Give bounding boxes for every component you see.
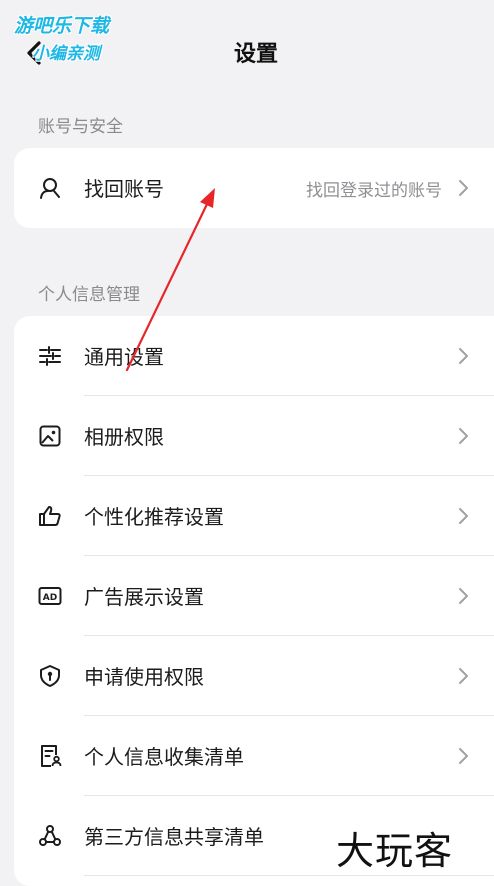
document-person-icon bbox=[41, 745, 62, 767]
row-label: 个性化推荐设置 bbox=[84, 505, 224, 529]
thumbs-up-icon bbox=[39, 506, 61, 526]
ad-icon: AD bbox=[38, 587, 62, 605]
chevron-right-icon bbox=[459, 588, 468, 604]
row-label: 个人信息收集清单 bbox=[84, 745, 244, 769]
user-search-icon bbox=[40, 178, 60, 199]
row-album-permission[interactable]: 相册权限 bbox=[14, 396, 494, 476]
row-info-collection-list[interactable]: 个人信息收集清单 bbox=[14, 716, 494, 796]
row-ad-display[interactable]: AD 广告展示设置 bbox=[14, 556, 494, 636]
share-icon bbox=[39, 825, 61, 846]
chevron-right-icon bbox=[459, 748, 468, 764]
watermark-line1: 游吧乐下载 bbox=[14, 15, 110, 37]
row-value: 找回登录过的账号 bbox=[306, 181, 442, 201]
watermark-top: 游吧乐下载 小编亲测 bbox=[14, 12, 109, 68]
chevron-right-icon bbox=[459, 428, 468, 444]
section-label-personal-info: 个人信息管理 bbox=[38, 285, 140, 305]
row-recover-account[interactable]: 找回账号 找回登录过的账号 bbox=[14, 148, 494, 228]
chevron-right-icon bbox=[459, 668, 468, 684]
shield-icon bbox=[40, 665, 60, 687]
row-label: 第三方信息共享清单 bbox=[84, 825, 264, 849]
card-account-security: 找回账号 找回登录过的账号 bbox=[14, 148, 494, 228]
chevron-right-icon bbox=[459, 180, 468, 196]
chevron-right-icon bbox=[459, 508, 468, 524]
row-apply-permission[interactable]: 申请使用权限 bbox=[14, 636, 494, 716]
header: 设置 游吧乐下载 小编亲测 bbox=[0, 0, 494, 100]
image-icon bbox=[39, 425, 61, 447]
divider bbox=[84, 875, 494, 876]
row-personalized-recommendation[interactable]: 个性化推荐设置 bbox=[14, 476, 494, 556]
watermark-line2: 小编亲测 bbox=[32, 44, 100, 64]
row-label: 申请使用权限 bbox=[84, 665, 204, 689]
row-label: 相册权限 bbox=[84, 425, 164, 449]
row-general-settings[interactable]: 通用设置 bbox=[14, 316, 494, 396]
svg-text:AD: AD bbox=[43, 593, 57, 603]
section-label-account-security: 账号与安全 bbox=[38, 117, 123, 137]
row-label: 广告展示设置 bbox=[84, 585, 204, 609]
row-label: 通用设置 bbox=[84, 345, 164, 369]
sliders-icon bbox=[39, 346, 61, 366]
watermark-bottom: 大玩客 bbox=[336, 829, 454, 873]
row-label: 找回账号 bbox=[84, 177, 164, 201]
chevron-right-icon bbox=[459, 348, 468, 364]
card-personal-info: 通用设置 相册权限 个性化推荐设置 AD 广告展示设置 申请使用权限 个人信息收… bbox=[14, 316, 494, 886]
